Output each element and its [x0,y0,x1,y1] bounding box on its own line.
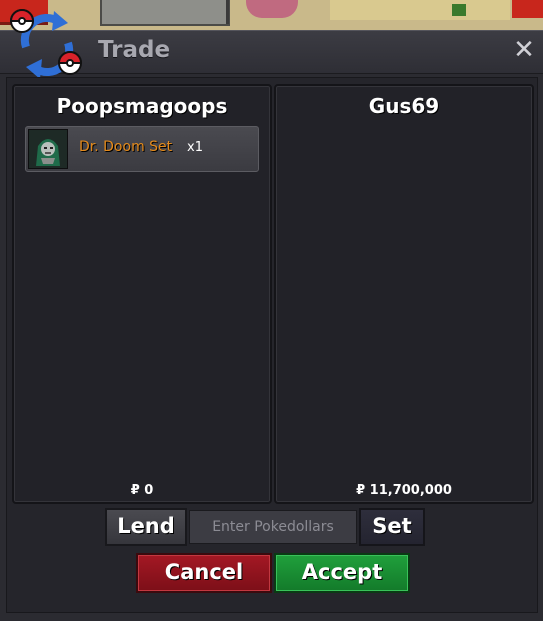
item-quantity: x1 [187,140,203,155]
trade-content: Poopsmagoops Dr. Doom Set x1 ₽ 0 Gus69 ₽… [6,77,538,613]
dr-doom-avatar-icon [28,129,68,169]
trade-arrows-icon [9,9,83,79]
right-player-name: Gus69 [368,94,440,118]
left-player-name: Poopsmagoops [56,94,228,118]
right-player-panel: Gus69 ₽ 11,700,000 [274,84,534,504]
pokedollar-input[interactable] [189,510,357,544]
title-bar[interactable]: Trade ✕ [0,9,543,79]
window-title: Trade [98,37,171,63]
lend-button[interactable]: Lend [105,508,187,546]
world-sand-tile [330,0,510,20]
left-player-money: ₽ 0 [130,483,154,498]
world-pink-tree [246,0,298,18]
item-name: Dr. Doom Set [79,139,173,155]
trade-item-slot[interactable]: Dr. Doom Set x1 [25,126,259,172]
world-roof-tile [512,0,543,18]
trade-window: Trade ✕ Poopsmagoops Dr. Doom Set x1 ₽ 0… [0,9,543,621]
cancel-button[interactable]: Cancel [136,553,272,593]
world-divider [226,0,229,24]
right-player-money: ₽ 11,700,000 [356,483,452,498]
accept-button[interactable]: Accept [274,553,410,593]
world-bush [452,4,466,16]
close-icon[interactable]: ✕ [509,35,539,65]
left-player-panel: Poopsmagoops Dr. Doom Set x1 ₽ 0 [12,84,272,504]
world-stone-tile [100,0,230,26]
set-button[interactable]: Set [359,508,425,546]
